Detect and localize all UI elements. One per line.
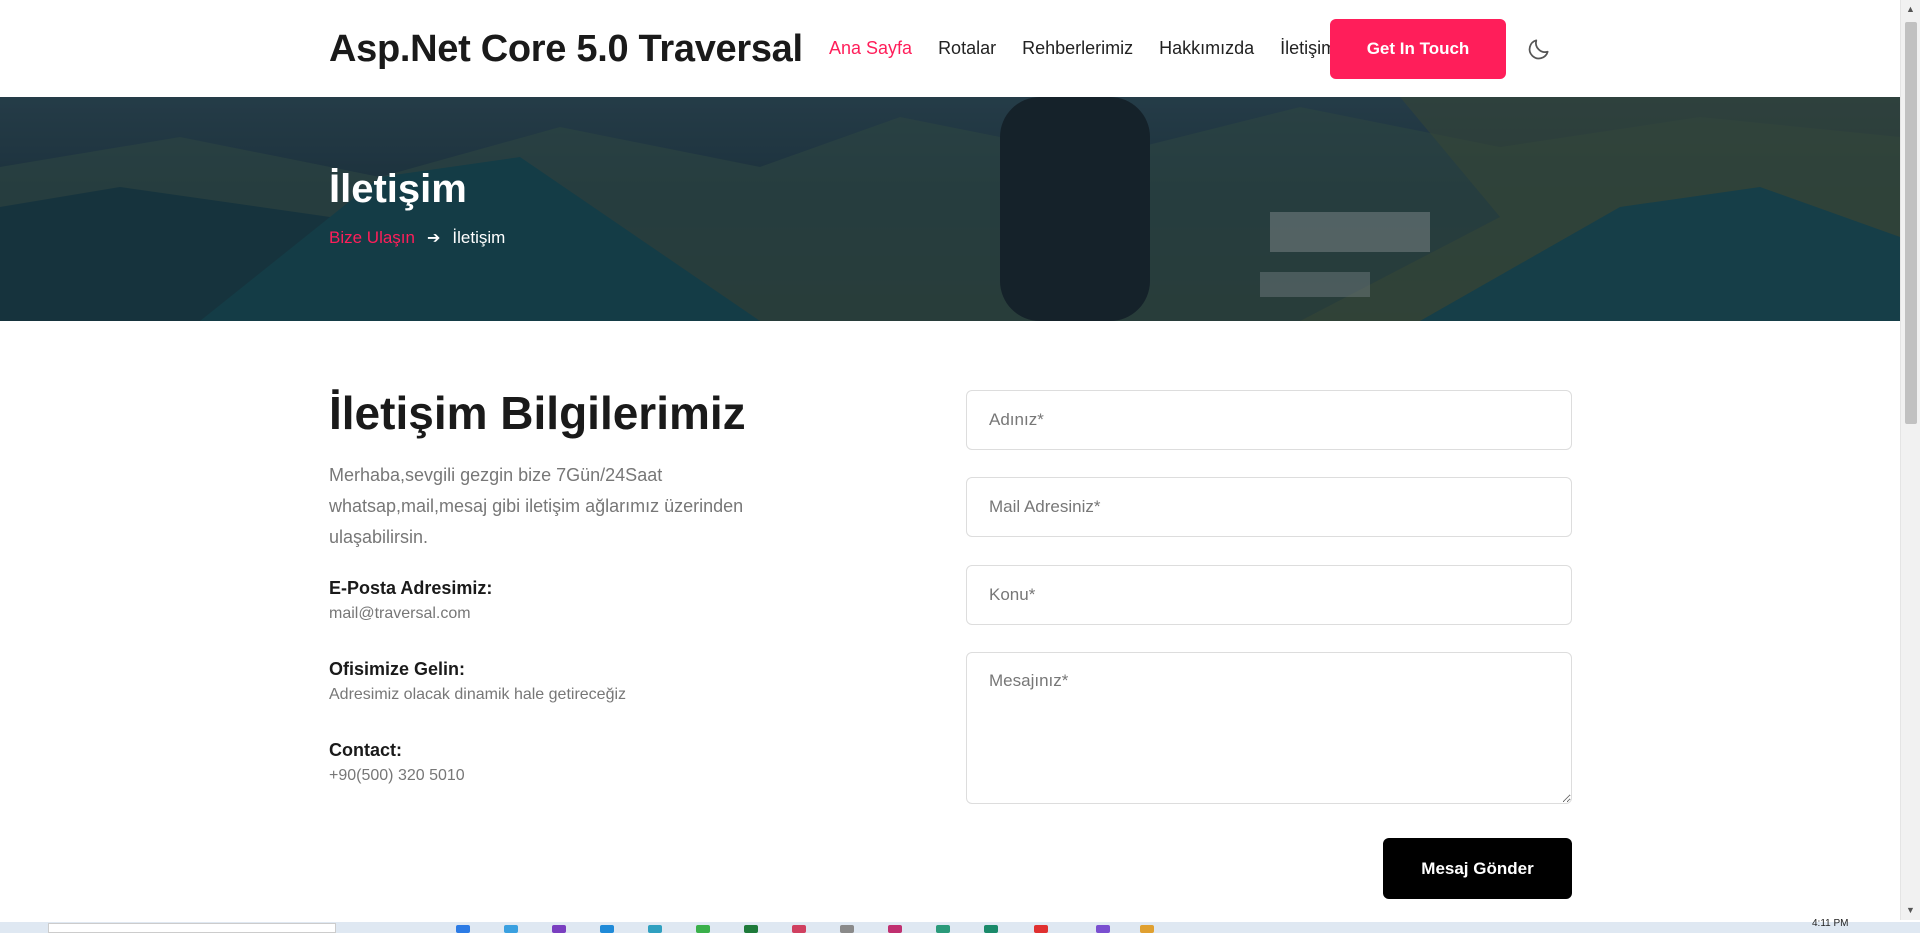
taskbar-app-icon[interactable] [600, 925, 614, 933]
nav-link-contact[interactable]: İletişim [1280, 38, 1336, 59]
phone-info-block: Contact: +90(500) 320 5010 [329, 740, 465, 785]
taskbar-app-icon[interactable] [792, 925, 806, 933]
message-textarea[interactable] [966, 652, 1572, 804]
nav-link-guides[interactable]: Rehberlerimiz [1022, 38, 1133, 59]
scrollbar-thumb[interactable] [1905, 22, 1917, 424]
office-value: Adresimiz olacak dinamik hale getireceği… [329, 686, 627, 703]
taskbar-app-icon[interactable] [1096, 925, 1110, 933]
taskbar-app-icon[interactable] [648, 925, 662, 933]
name-input[interactable] [966, 390, 1572, 450]
taskbar-app-icon[interactable] [888, 925, 902, 933]
taskbar-app-icon[interactable] [840, 925, 854, 933]
contact-label: Contact: [329, 740, 402, 760]
taskbar-app-icon[interactable] [504, 925, 518, 933]
moon-icon[interactable] [1526, 36, 1552, 62]
subject-input[interactable] [966, 565, 1572, 625]
taskbar-app-icon[interactable] [984, 925, 998, 933]
nav-link-home[interactable]: Ana Sayfa [829, 38, 912, 59]
get-in-touch-button[interactable]: Get In Touch [1330, 19, 1506, 79]
scroll-down-arrow-icon[interactable]: ▼ [1906, 905, 1915, 915]
breadcrumb-link-contact-us[interactable]: Bize Ulaşın [329, 228, 415, 248]
taskbar-app-icon[interactable] [936, 925, 950, 933]
office-info-block: Ofisimize Gelin: Adresimiz olacak dinami… [329, 659, 626, 704]
breadcrumb-current: İletişim [452, 228, 506, 247]
email-value: mail@traversal.com [329, 605, 471, 622]
send-message-button[interactable]: Mesaj Gönder [1383, 838, 1572, 899]
site-header: Asp.Net Core 5.0 Traversal Ana Sayfa Rot… [0, 0, 1900, 97]
scroll-up-arrow-icon[interactable]: ▲ [1906, 4, 1915, 14]
taskbar-search-box[interactable] [48, 923, 336, 933]
email-input[interactable] [966, 477, 1572, 537]
taskbar-app-icon[interactable] [744, 925, 758, 933]
contact-phone-value: +90(500) 320 5010 [329, 767, 465, 784]
main-nav: Ana Sayfa Rotalar Rehberlerimiz Hakkımız… [829, 38, 1362, 59]
taskbar-app-icon[interactable] [1140, 925, 1154, 933]
email-info-block: E-Posta Adresimiz: mail@traversal.com [329, 578, 492, 623]
office-label: Ofisimize Gelin: [329, 659, 466, 679]
page-title: İletişim [329, 167, 467, 211]
nav-link-about[interactable]: Hakkımızda [1159, 38, 1254, 59]
page-hero-banner: İletişim Bize Ulaşın ➔ İletişim [0, 97, 1900, 321]
taskbar-app-icon[interactable] [456, 925, 470, 933]
nav-link-routes[interactable]: Rotalar [938, 38, 996, 59]
page-scrollbar[interactable]: ▲ ▼ [1900, 0, 1920, 920]
taskbar-app-icon[interactable] [552, 925, 566, 933]
email-label: E-Posta Adresimiz: [329, 578, 493, 598]
taskbar-app-icon[interactable] [696, 925, 710, 933]
brand-logo-text[interactable]: Asp.Net Core 5.0 Traversal [329, 28, 803, 71]
contact-info-description: Merhaba,sevgili gezgin bize 7Gün/24Saat … [329, 465, 744, 547]
taskbar-app-icon[interactable] [1034, 925, 1048, 933]
contact-info-heading: İletişim Bilgilerimiz [329, 387, 746, 439]
os-taskbar: 4:11 PM [0, 918, 1920, 933]
taskbar-clock[interactable]: 4:11 PM [1812, 918, 1849, 929]
arrow-right-icon: ➔ [426, 230, 441, 247]
breadcrumb: Bize Ulaşın ➔ İletişim [329, 228, 505, 248]
